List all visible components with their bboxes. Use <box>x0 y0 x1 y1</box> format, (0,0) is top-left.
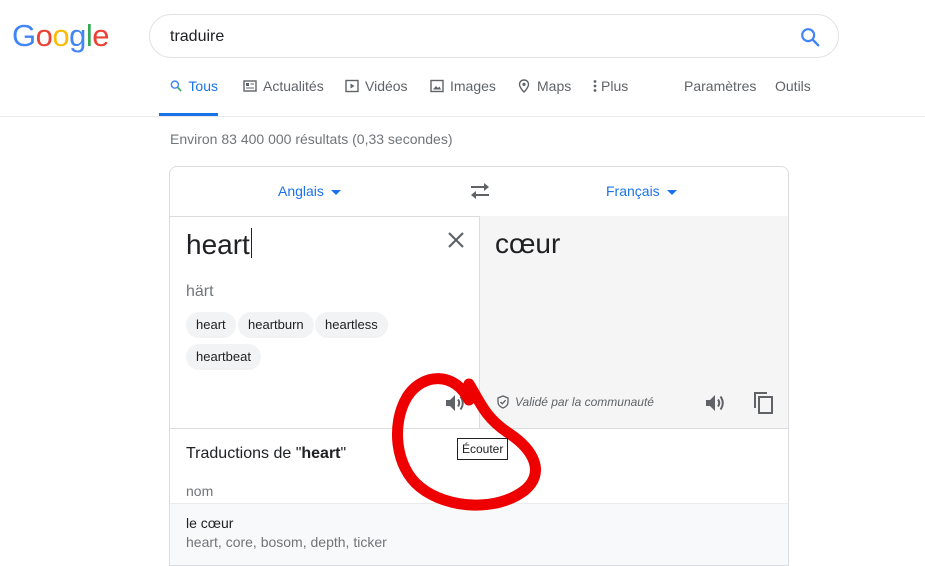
tab-label: Vidéos <box>365 78 408 94</box>
chevron-down-icon <box>330 189 341 195</box>
dictionary-title: Traductions de "heart" <box>186 445 346 463</box>
speaker-icon[interactable] <box>443 391 467 415</box>
shield-check-icon <box>497 395 509 409</box>
tab-label: Tous <box>188 78 218 94</box>
part-of-speech: nom <box>186 483 214 499</box>
dictionary-entry[interactable]: le cœur heart, core, bosom, depth, ticke… <box>170 503 788 565</box>
logo-letter: G <box>12 18 36 53</box>
suggestion-chip[interactable]: heartbeat <box>186 344 261 370</box>
tab-tools[interactable]: Outils <box>775 78 811 116</box>
tab-images[interactable]: Images <box>430 78 496 116</box>
translate-card: Anglais Français heart härt heart heartb… <box>169 166 789 566</box>
logo-letter: g <box>69 18 86 53</box>
tab-label: Plus <box>601 78 629 94</box>
entry-synonyms: heart, core, bosom, depth, ticker <box>186 534 387 550</box>
swap-languages-icon[interactable] <box>468 181 492 201</box>
logo-letter: o <box>52 18 70 53</box>
chevron-down-icon <box>666 189 677 195</box>
verified-label: Validé par la communauté <box>515 395 654 409</box>
tab-label: Paramètres <box>684 78 757 94</box>
more-vertical-icon <box>593 80 597 92</box>
tab-all[interactable]: Tous <box>159 78 218 116</box>
phonetic-text: härt <box>186 283 214 300</box>
language-bar: Anglais Français <box>170 167 788 217</box>
tab-label: Actualités <box>263 78 324 94</box>
suggestion-chip[interactable]: heartless <box>315 312 388 338</box>
news-icon <box>243 80 257 92</box>
target-pane: cœur Validé par la communauté <box>480 216 788 428</box>
translated-text: cœur <box>495 228 561 259</box>
entry-translation: le cœur <box>186 515 234 531</box>
target-language-select[interactable]: Français <box>606 183 677 199</box>
search-input[interactable]: traduire <box>170 28 224 46</box>
source-pane: heart härt heart heartburn heartless hea… <box>170 216 480 428</box>
tab-maps[interactable]: Maps <box>517 78 571 116</box>
community-verified: Validé par la communauté <box>496 395 654 409</box>
video-icon <box>345 79 359 93</box>
search-box[interactable]: traduire <box>149 14 839 58</box>
source-text: heart <box>186 229 250 260</box>
result-stats: Environ 83 400 000 résultats (0,33 secon… <box>170 131 453 147</box>
logo-letter: o <box>35 18 53 53</box>
image-icon <box>430 79 444 93</box>
tab-news[interactable]: Actualités <box>243 78 324 116</box>
tab-more[interactable]: Plus <box>592 78 628 116</box>
search-icon[interactable] <box>799 26 821 48</box>
text-cursor <box>250 228 253 258</box>
map-pin-icon <box>518 79 530 93</box>
source-text-input[interactable]: heart <box>186 228 253 261</box>
search-tabs: Tous Actualités Vidéos Images Maps Plus … <box>0 78 925 117</box>
tab-label: Maps <box>537 78 572 94</box>
tooltip: Écouter <box>457 438 509 460</box>
dictionary-title-suffix: " <box>340 445 347 462</box>
copy-icon[interactable] <box>751 391 775 415</box>
tab-settings[interactable]: Paramètres <box>684 78 756 116</box>
google-logo[interactable]: Google <box>12 17 110 55</box>
logo-letter: e <box>92 18 110 53</box>
source-language-select[interactable]: Anglais <box>278 183 341 199</box>
close-icon[interactable] <box>446 230 466 250</box>
tab-label: Images <box>450 78 496 94</box>
search-icon <box>170 80 182 92</box>
suggestion-chip[interactable]: heartburn <box>238 312 314 338</box>
tab-label: Outils <box>775 78 811 94</box>
target-language-label: Français <box>606 183 660 199</box>
speaker-icon[interactable] <box>703 391 727 415</box>
tab-videos[interactable]: Vidéos <box>345 78 408 116</box>
dictionary-title-prefix: Traductions de " <box>186 445 302 462</box>
dictionary-title-word: heart <box>301 445 341 462</box>
source-language-label: Anglais <box>278 183 324 199</box>
suggestion-chip[interactable]: heart <box>186 312 236 338</box>
